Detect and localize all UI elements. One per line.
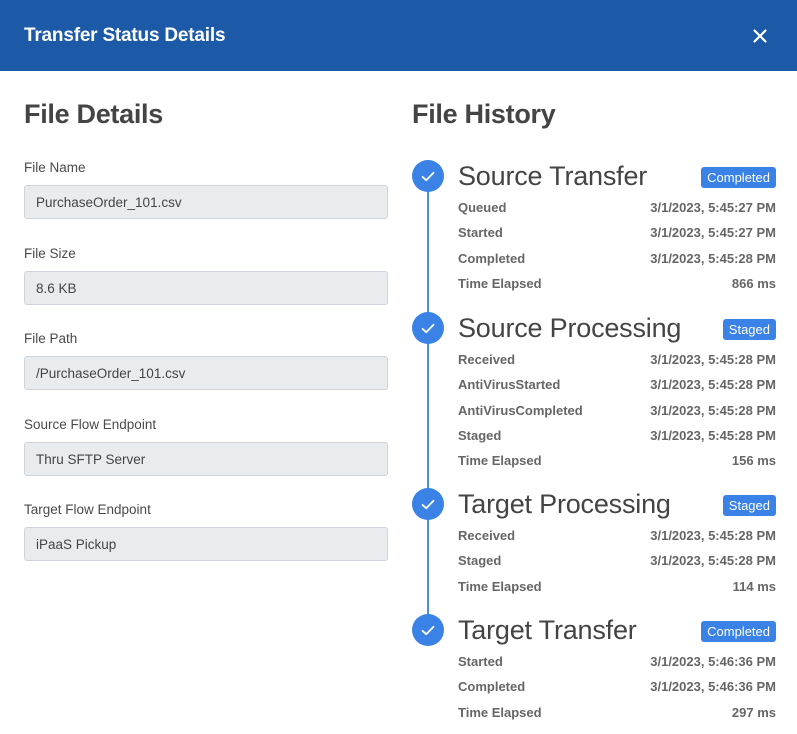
file-history-heading: File History <box>412 99 556 129</box>
row-value: 3/1/2023, 5:45:28 PM <box>650 528 776 543</box>
field-value: 8.6 KB <box>36 280 77 296</box>
row-value: 3/1/2023, 5:45:28 PM <box>650 250 776 266</box>
status-badge: Completed <box>701 621 776 642</box>
row-label: Staged <box>458 427 502 443</box>
field-label: Source Flow Endpoint <box>24 417 157 432</box>
row-label: Completed <box>458 679 526 695</box>
stage-title: Target Transfer <box>458 615 637 645</box>
row-label: AntiVirusStarted <box>458 377 561 393</box>
row-label: Queued <box>458 200 507 215</box>
history-row: Staged 3/1/2023, 5:45:28 PM <box>458 548 776 573</box>
row-value: 3/1/2023, 5:46:36 PM <box>650 679 776 695</box>
history-row: Received 3/1/2023, 5:45:28 PM <box>458 523 776 548</box>
row-value: 3/1/2023, 5:45:28 PM <box>650 377 776 393</box>
file-details-panel: File Details File Name PurchaseOrder_101… <box>24 95 388 561</box>
field-value: PurchaseOrder_101.csv <box>36 194 182 210</box>
row-label: Time Elapsed <box>458 704 542 720</box>
history-row: Time Elapsed 156 ms <box>458 448 776 473</box>
check-circle-icon <box>412 312 444 344</box>
history-row: Time Elapsed 297 ms <box>458 700 776 725</box>
status-badge: Staged <box>722 495 776 516</box>
row-label: Staged <box>458 553 502 569</box>
field-value: Thru SFTP Server <box>36 451 146 467</box>
file-details-heading: File Details <box>24 99 163 129</box>
row-value: 3/1/2023, 5:45:28 PM <box>650 427 776 443</box>
field-label: File Name <box>24 160 86 175</box>
history-row: Time Elapsed 114 ms <box>458 574 776 599</box>
field-label: Target Flow Endpoint <box>24 502 151 517</box>
row-label: Received <box>458 352 516 367</box>
row-label: Time Elapsed <box>458 578 542 594</box>
history-row: Staged 3/1/2023, 5:45:28 PM <box>458 423 776 448</box>
file-history-panel: File History Source Transfer Completed Q… <box>412 95 776 725</box>
file-path-input[interactable]: /PurchaseOrder_101.csv <box>24 356 388 390</box>
history-row: Completed 3/1/2023, 5:46:36 PM <box>458 674 776 699</box>
history-stage-target-processing: Target Processing Staged Received 3/1/202… <box>412 487 776 594</box>
row-value: 3/1/2023, 5:45:28 PM <box>650 352 776 367</box>
row-value: 156 ms <box>731 453 776 469</box>
row-label: Received <box>458 528 516 543</box>
target-flow-endpoint-input[interactable]: iPaaS Pickup <box>24 527 388 561</box>
source-flow-endpoint-input[interactable]: Thru SFTP Server <box>24 442 388 476</box>
history-row: AntiVirusCompleted 3/1/2023, 5:45:28 PM <box>458 398 776 423</box>
timeline-line <box>427 175 429 627</box>
history-row: Completed 3/1/2023, 5:45:28 PM <box>458 246 776 271</box>
file-size-input[interactable]: 8.6 KB <box>24 271 388 305</box>
row-label: Completed <box>458 250 526 266</box>
history-row: Received 3/1/2023, 5:45:28 PM <box>458 347 776 372</box>
target-flow-endpoint-field: Target Flow Endpoint iPaaS Pickup <box>24 501 388 561</box>
row-value: 3/1/2023, 5:46:36 PM <box>650 654 776 669</box>
row-value: 3/1/2023, 5:45:28 PM <box>650 402 776 418</box>
stage-title: Target Processing <box>458 489 671 519</box>
file-size-field: File Size 8.6 KB <box>24 245 388 305</box>
check-circle-icon <box>412 614 444 646</box>
stage-title: Source Processing <box>458 313 682 343</box>
source-flow-endpoint-field: Source Flow Endpoint Thru SFTP Server <box>24 416 388 476</box>
close-button[interactable] <box>749 25 771 47</box>
close-icon <box>753 28 767 43</box>
history-stage-target-transfer: Target Transfer Completed Started 3/1/202… <box>412 613 776 720</box>
history-row: Queued 3/1/2023, 5:45:27 PM <box>458 195 776 220</box>
field-value: iPaaS Pickup <box>36 536 117 552</box>
row-value: 3/1/2023, 5:45:27 PM <box>650 225 776 241</box>
modal-header: Transfer Status Details <box>0 0 797 71</box>
modal-title: Transfer Status Details <box>24 24 226 46</box>
field-label: File Path <box>24 331 78 346</box>
field-label: File Size <box>24 246 76 261</box>
row-value: 3/1/2023, 5:45:27 PM <box>650 200 776 215</box>
row-value: 114 ms <box>732 578 776 594</box>
stage-title: Source Transfer <box>458 161 648 191</box>
row-label: Started <box>458 225 503 241</box>
history-row: Started 3/1/2023, 5:45:27 PM <box>458 220 776 245</box>
row-value: 866 ms <box>731 275 776 291</box>
status-badge: Staged <box>722 319 776 340</box>
file-path-field: File Path /PurchaseOrder_101.csv <box>24 330 388 390</box>
row-label: Time Elapsed <box>458 453 542 469</box>
history-row: AntiVirusStarted 3/1/2023, 5:45:28 PM <box>458 372 776 397</box>
row-value: 297 ms <box>731 704 776 720</box>
row-label: Time Elapsed <box>458 275 542 291</box>
history-stage-source-transfer: Source Transfer Completed Queued 3/1/2023… <box>412 159 776 291</box>
row-label: AntiVirusCompleted <box>458 402 583 418</box>
transfer-status-modal: Transfer Status Details File Details Fil… <box>0 0 797 734</box>
row-label: Started <box>458 654 503 669</box>
check-circle-icon <box>412 488 444 520</box>
history-row: Started 3/1/2023, 5:46:36 PM <box>458 649 776 674</box>
history-row: Time Elapsed 866 ms <box>458 271 776 296</box>
row-value: 3/1/2023, 5:45:28 PM <box>650 553 776 569</box>
field-value: /PurchaseOrder_101.csv <box>36 365 186 381</box>
file-name-field: File Name PurchaseOrder_101.csv <box>24 159 388 219</box>
status-badge: Completed <box>701 167 776 188</box>
history-stage-source-processing: Source Processing Staged Received 3/1/202… <box>412 311 776 468</box>
file-name-input[interactable]: PurchaseOrder_101.csv <box>24 185 388 219</box>
check-circle-icon <box>412 160 444 192</box>
